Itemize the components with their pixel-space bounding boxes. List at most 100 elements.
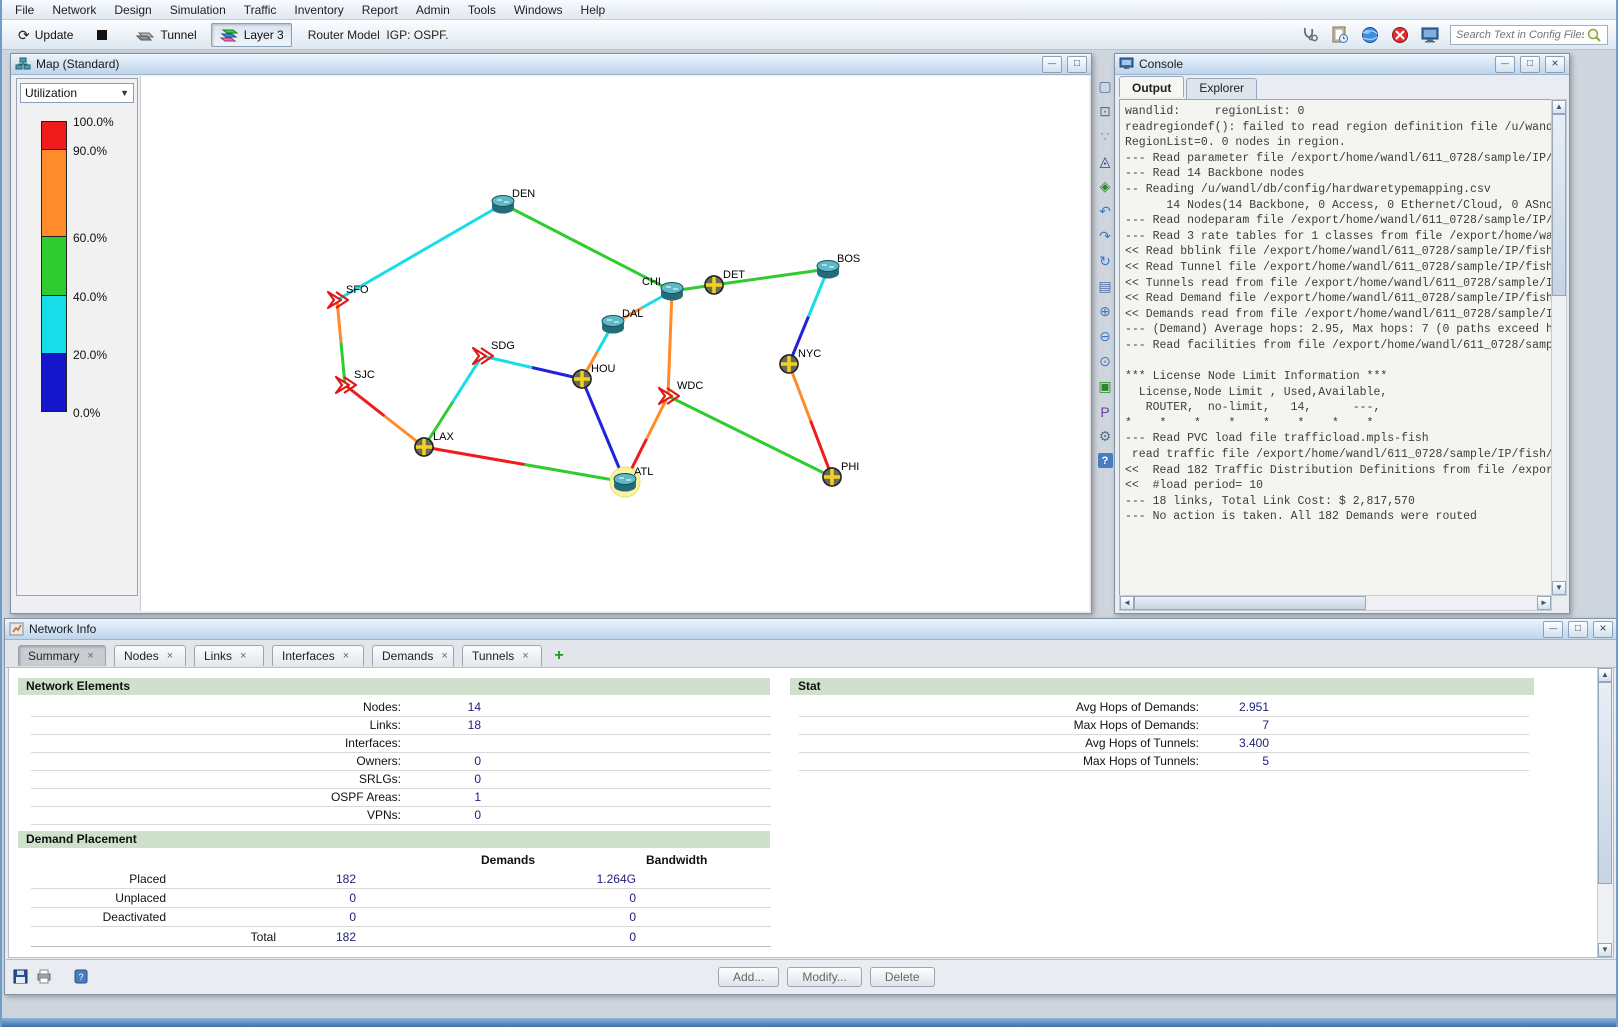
link-SDG-HOU[interactable] (482, 356, 582, 379)
stethoscope-icon[interactable] (1300, 25, 1320, 45)
console-close-button[interactable] (1545, 56, 1565, 73)
menu-admin[interactable]: Admin (407, 2, 459, 18)
scroll-down-icon[interactable]: ▼ (1598, 943, 1612, 957)
help-icon[interactable]: ? (1098, 453, 1113, 468)
save-icon[interactable] (12, 968, 29, 985)
reset-view-icon[interactable]: ↻ (1096, 253, 1114, 270)
map-maximize-button[interactable] (1067, 56, 1087, 73)
console-titlebar[interactable]: Console (1115, 54, 1569, 75)
help-info-icon[interactable]: ? (72, 968, 89, 985)
tab-tunnels[interactable]: Tunnels× (462, 645, 542, 666)
node-ATL[interactable]: ATL (610, 466, 653, 497)
console-minimize-button[interactable] (1495, 56, 1515, 73)
undo-arrow-icon[interactable]: ↶ (1096, 203, 1114, 220)
tab-close-icon[interactable]: × (522, 650, 528, 662)
scroll-right-icon[interactable]: ► (1537, 596, 1551, 610)
node-WDC[interactable]: WDC (659, 380, 703, 404)
zoom-in-icon[interactable]: ⊕ (1096, 303, 1114, 320)
tab-interfaces[interactable]: Interfaces× (272, 645, 364, 666)
netinfo-maximize-button[interactable] (1568, 621, 1588, 638)
menu-report[interactable]: Report (353, 2, 407, 18)
tab-links[interactable]: Links× (194, 645, 264, 666)
menu-simulation[interactable]: Simulation (161, 2, 235, 18)
link-HOU-ATL[interactable] (582, 379, 625, 482)
update-button[interactable]: ⟳ Update (10, 24, 81, 46)
delete-button[interactable]: Delete (870, 967, 935, 987)
menu-windows[interactable]: Windows (505, 2, 572, 18)
fit-view-icon[interactable]: ▣ (1096, 378, 1114, 395)
overview-map-icon[interactable]: ▤ (1096, 278, 1114, 295)
link-SFO-SJC[interactable] (337, 300, 345, 385)
tab-close-icon[interactable]: × (441, 650, 447, 662)
node-SFO[interactable]: SFO (328, 284, 369, 308)
netinfo-vertical-scrollbar[interactable]: ▲ ▼ (1597, 668, 1613, 957)
modify-button[interactable]: Modify... (787, 967, 861, 987)
print-icon[interactable] (35, 968, 52, 985)
tab-nodes[interactable]: Nodes× (114, 645, 186, 666)
export-view-icon[interactable]: ⊡ (1096, 103, 1114, 120)
menu-tools[interactable]: Tools (459, 2, 505, 18)
tunnel-layer-button[interactable]: Tunnel (127, 24, 204, 46)
node-HOU[interactable]: HOU (573, 363, 616, 388)
console-hscroll-thumb[interactable] (1134, 596, 1366, 610)
netinfo-vscroll-thumb[interactable] (1598, 682, 1612, 884)
node-CHI[interactable]: CHI (642, 276, 683, 301)
search-box[interactable] (1450, 25, 1608, 45)
link-SJC-LAX[interactable] (345, 385, 424, 447)
layer3-button[interactable]: Layer 3 (211, 23, 292, 47)
path-tool-icon[interactable]: P (1096, 403, 1114, 420)
console-vscroll-thumb[interactable] (1552, 114, 1566, 296)
menu-traffic[interactable]: Traffic (235, 2, 286, 18)
netinfo-close-button[interactable] (1593, 621, 1613, 638)
menu-help[interactable]: Help (572, 2, 615, 18)
zoom-area-icon[interactable]: ⊙ (1096, 353, 1114, 370)
tab-demands[interactable]: Demands× (372, 645, 454, 666)
node-BOS[interactable]: BOS (817, 253, 860, 279)
link-CHI-WDC[interactable] (668, 291, 672, 396)
stop-icon[interactable] (97, 30, 107, 40)
legend-mode-select[interactable]: Utilization ▼ (20, 83, 134, 103)
node-DAL[interactable]: DAL (602, 308, 643, 334)
scroll-down-icon[interactable]: ▼ (1552, 581, 1566, 595)
tab-summary[interactable]: Summary× (18, 645, 106, 666)
tab-close-icon[interactable]: × (240, 650, 246, 662)
config-search-input[interactable] (1454, 28, 1586, 42)
menu-network[interactable]: Network (43, 2, 105, 18)
globe-icon[interactable] (1360, 25, 1380, 45)
scroll-up-icon[interactable]: ▲ (1598, 668, 1612, 682)
add-button[interactable]: Add... (718, 967, 779, 987)
report-clipboard-icon[interactable] (1330, 25, 1350, 45)
search-magnifier-icon[interactable] (1586, 27, 1602, 43)
network-map-canvas[interactable]: DENSFOSJCSDGLAXHOUDALCHIDETBOSNYCWDCATLP… (140, 76, 1089, 611)
topology-tool-icon[interactable]: ◈ (1096, 178, 1114, 195)
scroll-left-icon[interactable]: ◄ (1120, 596, 1134, 610)
netinfo-minimize-button[interactable] (1543, 621, 1563, 638)
console-maximize-button[interactable] (1520, 56, 1540, 73)
redo-arrow-icon[interactable]: ↷ (1096, 228, 1114, 245)
network-info-titlebar[interactable]: Network Info (5, 619, 1617, 640)
settings-wrench-icon[interactable]: ⚙ (1096, 428, 1114, 445)
tab-close-icon[interactable]: × (87, 650, 93, 662)
console-output[interactable]: wandlid: regionList: 0readregiondef(): f… (1119, 99, 1552, 596)
map-titlebar[interactable]: Map (Standard) (11, 54, 1091, 75)
node-NYC[interactable]: NYC (780, 348, 821, 373)
node-tool-icon[interactable]: ∵ (1096, 128, 1114, 145)
monitor-icon[interactable] (1420, 25, 1440, 45)
console-vertical-scrollbar[interactable]: ▲ ▼ (1551, 99, 1567, 596)
zoom-out-icon[interactable]: ⊖ (1096, 328, 1114, 345)
console-horizontal-scrollbar[interactable]: ◄ ► (1119, 595, 1552, 611)
console-tab-explorer[interactable]: Explorer (1186, 78, 1257, 99)
tab-close-icon[interactable]: × (167, 650, 173, 662)
menu-inventory[interactable]: Inventory (285, 2, 352, 18)
scroll-up-icon[interactable]: ▲ (1552, 100, 1566, 114)
menu-file[interactable]: File (6, 2, 43, 18)
add-tab-plus-icon[interactable]: + (550, 647, 568, 665)
link-LAX-ATL[interactable] (424, 447, 625, 482)
node-SJC[interactable]: SJC (336, 369, 375, 393)
node-SDG[interactable]: SDG (473, 340, 515, 364)
tab-close-icon[interactable]: × (343, 650, 349, 662)
marquee-select-icon[interactable]: ▢ (1096, 78, 1114, 95)
layout-tool-icon[interactable]: ◬ (1096, 153, 1114, 170)
no-access-icon[interactable] (1390, 25, 1410, 45)
menu-design[interactable]: Design (105, 2, 160, 18)
